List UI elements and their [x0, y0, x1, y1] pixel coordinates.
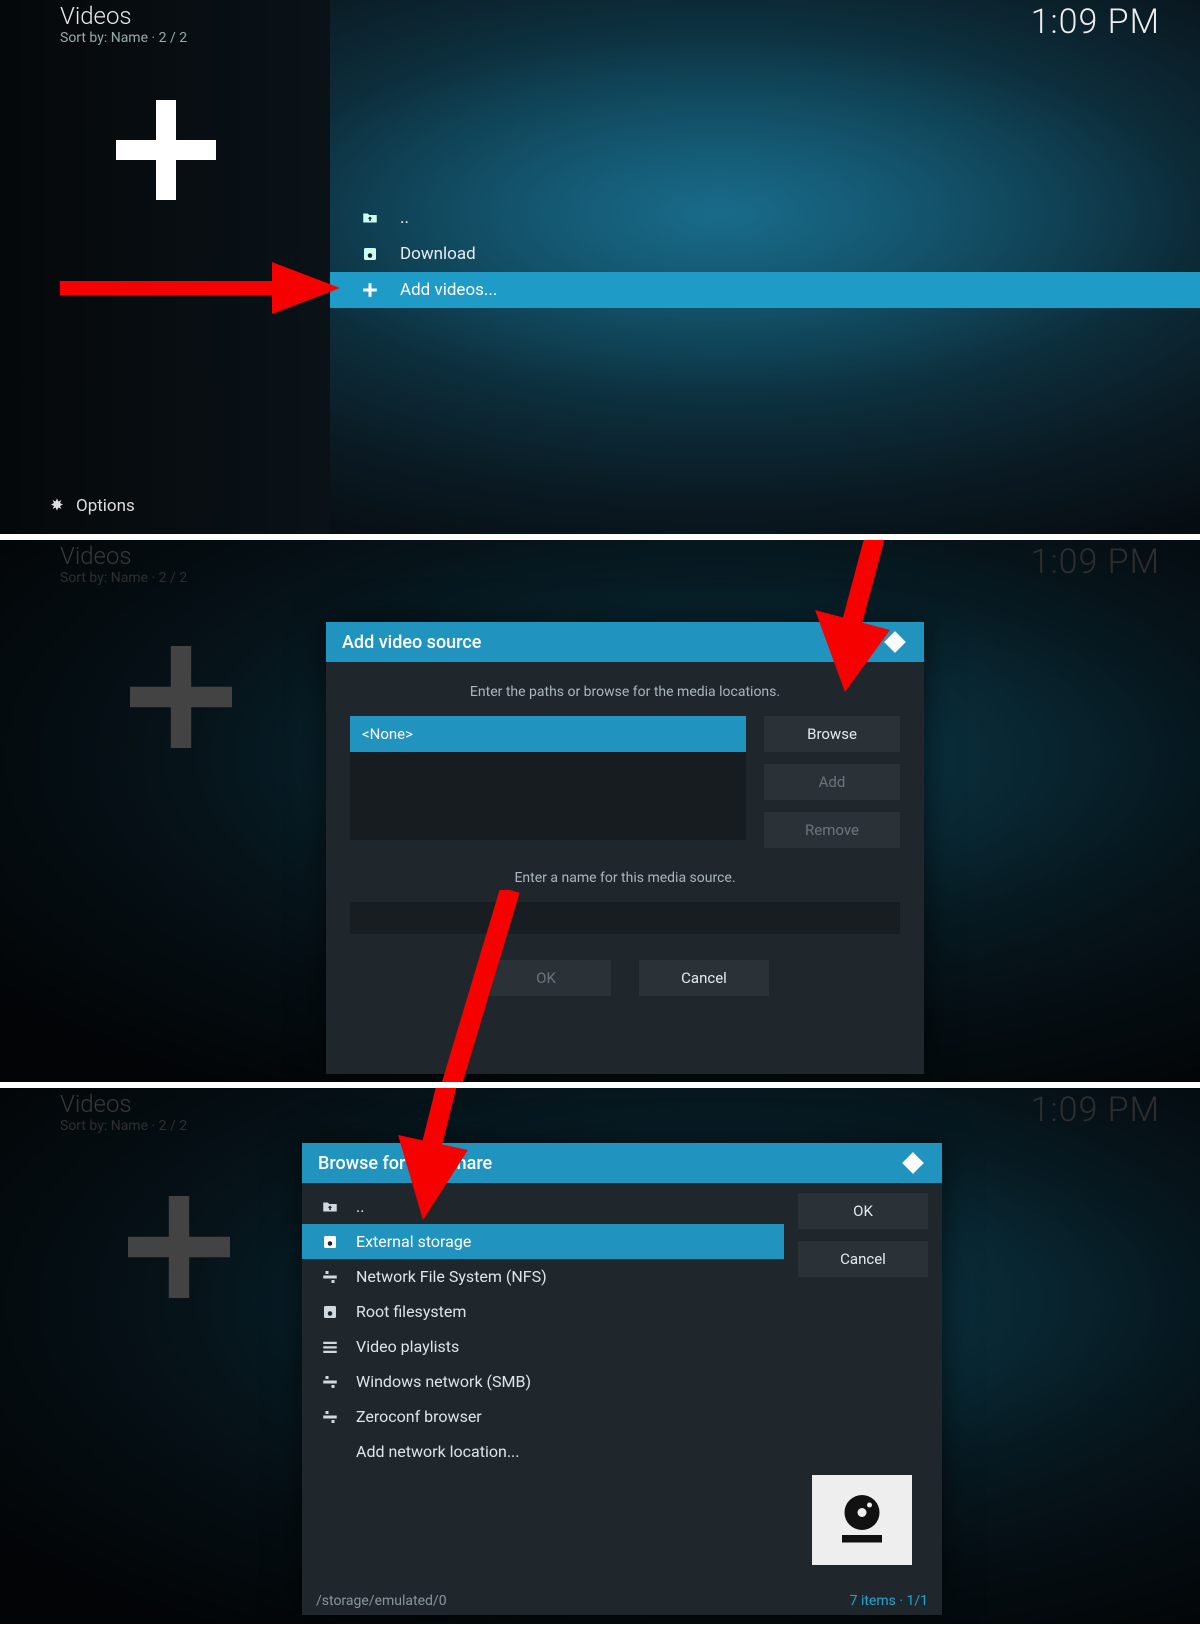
share-list-item[interactable]: .. [302, 1189, 784, 1224]
current-path: /storage/emulated/0 [316, 1593, 447, 1609]
share-list-item[interactable]: Video playlists [302, 1329, 784, 1364]
list-icon [320, 1338, 340, 1356]
sort-indicator: Sort by: Name · 2 / 2 [60, 30, 187, 46]
source-path-input[interactable]: <None> [350, 716, 746, 752]
kodi-icon [882, 629, 908, 655]
browse-new-share-dialog: Browse for new share .. External storage… [302, 1143, 942, 1615]
ok-button[interactable]: OK [798, 1193, 928, 1229]
share-list-item[interactable]: Network File System (NFS) [302, 1259, 784, 1294]
share-item-label: .. [356, 1197, 364, 1216]
dialog-body: Enter the paths or browse for the media … [326, 662, 924, 1020]
add-path-button[interactable]: Add [764, 764, 900, 800]
share-list-item[interactable]: Add network location... [302, 1434, 784, 1469]
net-icon [320, 1268, 340, 1286]
net-icon [320, 1408, 340, 1426]
cancel-button[interactable]: Cancel [639, 960, 769, 996]
dialog-title: Browse for new share [318, 1153, 492, 1174]
share-item-label: Add network location... [356, 1442, 520, 1461]
source-name-input[interactable] [350, 902, 900, 934]
source-path-value: <None> [362, 725, 413, 743]
sidebar: Options [0, 0, 330, 534]
share-item-label: Zeroconf browser [356, 1407, 482, 1426]
list-item-label: .. [400, 208, 409, 228]
dialog-footer: /storage/emulated/0 7 items · 1/1 [302, 1587, 942, 1615]
dialog-header: Browse for new share [302, 1143, 942, 1183]
dialog-body: .. External storage Network File System … [302, 1183, 942, 1469]
add-video-source-dialog: Add video source Enter the paths or brow… [326, 622, 924, 1074]
list-item[interactable]: .. [330, 200, 1200, 236]
disk-icon [320, 1303, 340, 1321]
folder-up-icon [320, 1198, 340, 1216]
share-list: .. External storage Network File System … [302, 1183, 784, 1469]
screen-1-video-list: Options Videos Sort by: Name · 2 / 2 1:0… [0, 0, 1200, 534]
item-count: 7 items · 1/1 [850, 1593, 928, 1609]
screen-3-browse-dialog: Videos Sort by: Name · 2 / 2 1:09 PM Bro… [0, 1088, 1200, 1626]
folder-up-icon [360, 209, 380, 227]
screen-2-add-source-dialog: Videos Sort by: Name · 2 / 2 1:09 PM Add… [0, 540, 1200, 1082]
share-item-label: Root filesystem [356, 1302, 466, 1321]
share-item-label: Video playlists [356, 1337, 459, 1356]
share-item-label: External storage [356, 1232, 471, 1251]
share-item-label: Network File System (NFS) [356, 1267, 547, 1286]
options-button[interactable]: Options [48, 496, 135, 516]
share-list-item[interactable]: Zeroconf browser [302, 1399, 784, 1434]
options-label: Options [76, 496, 135, 516]
name-prompt: Enter a name for this media source. [350, 870, 900, 886]
list-item[interactable]: Add videos... [330, 272, 1200, 308]
remove-path-button[interactable]: Remove [764, 812, 900, 848]
list-item-label: Download [400, 244, 476, 264]
dialog-prompt: Enter the paths or browse for the media … [350, 684, 900, 700]
cancel-button[interactable]: Cancel [798, 1241, 928, 1277]
page-title: Videos [60, 2, 187, 30]
kodi-icon [900, 1150, 926, 1176]
source-path-rest [350, 752, 746, 840]
clock: 1:09 PM [1031, 2, 1160, 42]
share-list-item[interactable]: Root filesystem [302, 1294, 784, 1329]
net-icon [320, 1373, 340, 1391]
plus-icon [360, 281, 380, 299]
add-source-large-icon[interactable] [116, 100, 216, 204]
share-item-label: Windows network (SMB) [356, 1372, 531, 1391]
dialog-header: Add video source [326, 622, 924, 662]
browse-button[interactable]: Browse [764, 716, 900, 752]
location-thumbnail [812, 1475, 912, 1565]
dialog-title: Add video source [342, 632, 481, 653]
share-list-item[interactable]: Windows network (SMB) [302, 1364, 784, 1399]
share-list-item[interactable]: External storage [302, 1224, 784, 1259]
source-list: .. Download Add videos... [330, 200, 1200, 308]
disk-icon [360, 245, 380, 263]
disk-icon [320, 1233, 340, 1251]
ok-button[interactable]: OK [481, 960, 611, 996]
header: Videos Sort by: Name · 2 / 2 1:09 PM [60, 2, 1160, 46]
list-item-label: Add videos... [400, 280, 497, 300]
list-item[interactable]: Download [330, 236, 1200, 272]
